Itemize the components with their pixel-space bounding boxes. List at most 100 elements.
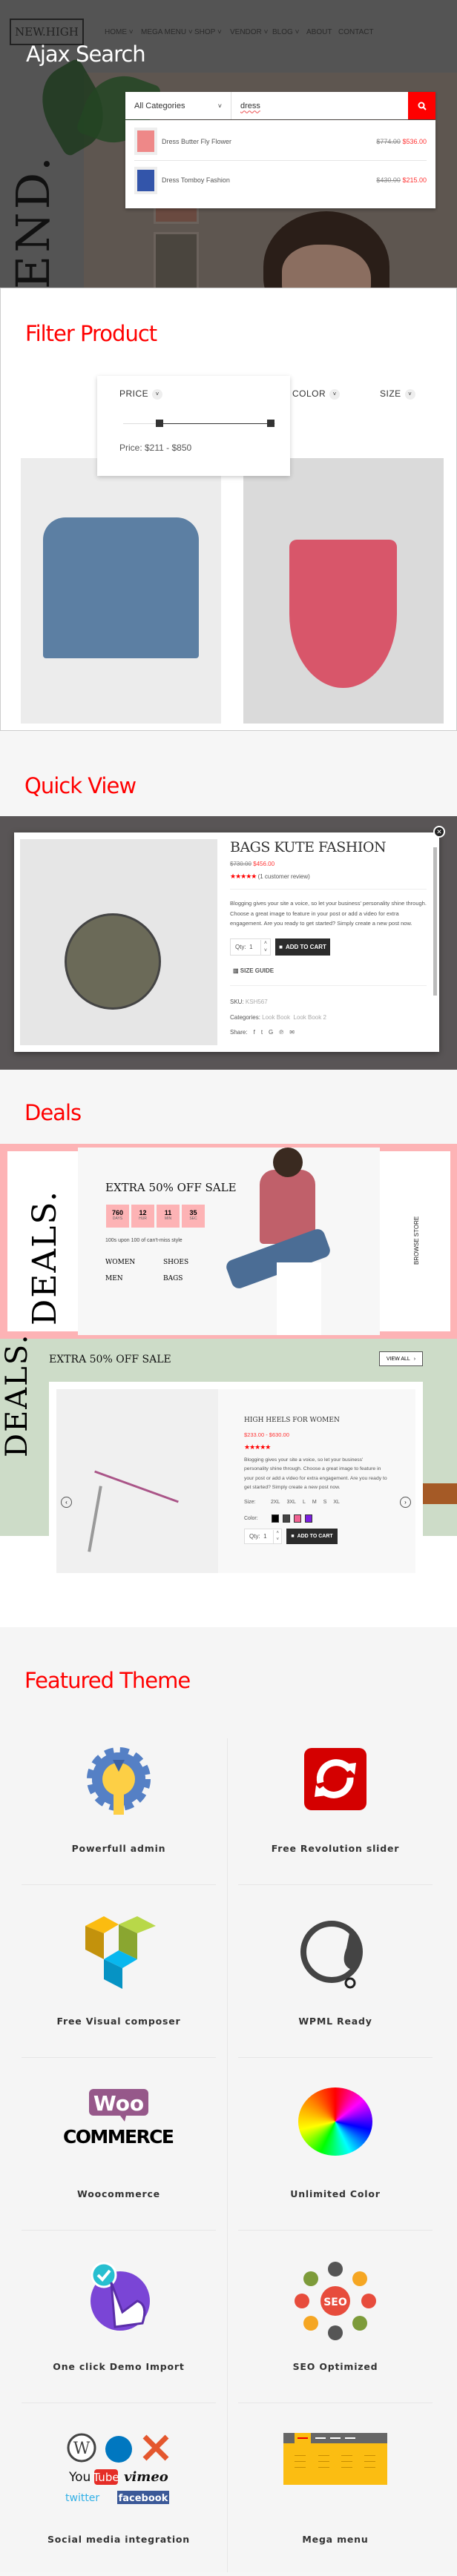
feature-item: Woo COMMERCE Woocommerce [22, 2058, 216, 2231]
model-head [273, 1148, 303, 1177]
nav-contact[interactable]: CONTACT [338, 28, 374, 36]
section-title: Filter Product [25, 321, 157, 346]
quantity-stepper[interactable]: Qty: 1 ˄ ˅ [230, 938, 271, 956]
feature-label: Free Revolution slider [271, 1843, 400, 1854]
size-option[interactable]: XL [333, 1500, 340, 1505]
deals-banner-pink: DEALS. EXTRA 50% OFF SALE 760 DAYS 12 HUR … [0, 1144, 457, 1339]
pedestal [277, 1262, 321, 1335]
product-image-jacket[interactable] [21, 458, 221, 724]
table-icon: ▥ [233, 967, 239, 974]
prev-arrow[interactable]: ‹ [61, 1497, 72, 1508]
category-value: All Categories [134, 101, 185, 110]
jacket-shape [43, 517, 199, 658]
product-image-top[interactable] [243, 458, 444, 724]
feature-label: Unlimited Color [290, 2188, 381, 2199]
link-men[interactable]: MEN [105, 1275, 123, 1282]
nav-blog[interactable]: BLOG ˅ [272, 28, 299, 36]
feature-label: WPML Ready [298, 2016, 372, 2027]
size-guide-link[interactable]: ▥ SIZE GUIDE [233, 967, 274, 974]
nav-shop[interactable]: SHOP ˅ [194, 28, 222, 36]
sku-label: SKU: [230, 999, 244, 1005]
filter-size[interactable]: SIZE ˅ [380, 388, 415, 400]
facebook-icon[interactable]: f [254, 1029, 255, 1036]
browse-store-link[interactable]: BROWSE STORE [413, 1216, 420, 1265]
category-link[interactable]: Look Book 2 [293, 1014, 326, 1021]
twitter-icon[interactable]: t [261, 1029, 263, 1036]
grid-divider [227, 1738, 228, 2572]
ajax-search-section: END. NEW.HIGH HOME ˅ MEGA MENU ˅ SHOP ˅ … [0, 0, 457, 288]
search-result-item[interactable]: Dress Tomboy Fashion $430.00 $215.00 [134, 161, 427, 199]
color-swatch[interactable] [305, 1514, 312, 1523]
view-all-button[interactable]: VIEW ALL › [379, 1351, 423, 1366]
section-title: Featured Theme [24, 1668, 191, 1693]
search-result-item[interactable]: Dress Butter Fly Flower $774.00 $536.00 [134, 122, 427, 161]
review-link[interactable]: (1 customer review) [258, 873, 310, 880]
svg-text:Tube: Tube [92, 2471, 119, 2484]
search-button[interactable] [408, 92, 435, 119]
countdown-timer: 760 DAYS 12 HUR 11 MIN 35 SEC [106, 1205, 205, 1228]
nav-mega-menu[interactable]: MEGA MENU ˅ [141, 28, 193, 36]
chevron-down-icon: ˅ [329, 388, 341, 400]
next-arrow[interactable]: › [400, 1497, 411, 1508]
link-women[interactable]: WOMEN [105, 1259, 135, 1266]
quantity-stepper[interactable]: Qty: 1 ˄ ˅ [244, 1529, 282, 1544]
svg-text:You: You [68, 2470, 91, 2485]
color-swatch[interactable] [283, 1514, 290, 1523]
nav-vendor[interactable]: VENDOR ˅ [230, 28, 268, 36]
nav-home[interactable]: HOME ˅ [105, 28, 134, 36]
thumbnail[interactable] [154, 232, 199, 288]
category-select[interactable]: All Categories ˅ [125, 92, 231, 119]
filter-price[interactable]: PRICE ˅ [119, 388, 163, 400]
price-slider-handle-min[interactable] [156, 420, 164, 427]
pinterest-icon[interactable]: ℗ [279, 1029, 283, 1036]
feature-item: Powerfull admin [22, 1712, 216, 1885]
modal-scrollbar[interactable] [433, 847, 437, 996]
section-title: Deals [24, 1100, 82, 1125]
search-input[interactable]: dress [231, 92, 408, 119]
google-icon[interactable]: G [269, 1029, 273, 1036]
filter-color[interactable]: COLOR ˅ [292, 388, 341, 400]
color-swatch[interactable] [272, 1514, 279, 1523]
bag-icon: ■ [279, 944, 283, 950]
sku-value: KSH567 [245, 999, 268, 1005]
product-description: Blogging gives your site a voice, so let… [230, 900, 427, 927]
nav-about[interactable]: ABOUT [306, 28, 332, 36]
svg-text:twitter: twitter [65, 2492, 99, 2504]
deal-product-card: ‹ › HIGH HEELS FOR WOMEN $233.00 - $630.… [49, 1382, 423, 1573]
price: $536.00 [402, 137, 427, 145]
product-thumbnail [134, 128, 157, 155]
add-to-cart-button[interactable]: ■ ADD TO CART [275, 938, 330, 956]
link-shoes[interactable]: SHOES [163, 1259, 188, 1266]
product-thumbnail [134, 166, 157, 194]
categories-label: Categories: [230, 1014, 260, 1021]
product-description: Blogging gives your site a voice, so let… [244, 1457, 387, 1490]
close-button[interactable]: ✕ [433, 826, 445, 838]
color-wheel-icon [298, 2087, 372, 2162]
size-option[interactable]: 2XL [271, 1500, 280, 1505]
price-slider-handle-max[interactable] [266, 420, 274, 427]
size-option[interactable]: M [312, 1500, 317, 1505]
size-option[interactable]: L [303, 1500, 306, 1505]
heel-shape [88, 1486, 102, 1552]
refresh-icon [298, 1742, 372, 1816]
add-to-cart-button[interactable]: ■ ADD TO CART [286, 1529, 338, 1544]
close-icon: ✕ [436, 828, 442, 835]
size-option[interactable]: S [323, 1500, 327, 1505]
email-icon[interactable]: ✉ [289, 1029, 295, 1036]
color-swatch[interactable] [294, 1514, 301, 1523]
stepper-arrows-icon[interactable]: ˄ ˅ [273, 1529, 281, 1543]
seo-icon: SEO [295, 2260, 376, 2340]
feature-label: Free Visual composer [56, 2016, 181, 2027]
category-link[interactable]: Look Book [262, 1014, 290, 1021]
stepper-arrows-icon[interactable]: ˄ ˅ [260, 939, 270, 955]
feature-label: Mega menu [302, 2534, 369, 2545]
deals-section: Deals DEALS. EXTRA 50% OFF SALE 760 DAYS … [0, 1075, 457, 1627]
price: $215.00 [402, 176, 427, 184]
link-bags[interactable]: BAGS [163, 1275, 183, 1282]
product-image-bag [20, 839, 217, 1045]
heel-shape [94, 1470, 179, 1503]
feature-item: Free Revolution slider [238, 1712, 433, 1885]
svg-text:facebook: facebook [119, 2493, 168, 2504]
feature-item: One click Demo Import [22, 2231, 216, 2403]
size-option[interactable]: 3XL [286, 1500, 295, 1505]
